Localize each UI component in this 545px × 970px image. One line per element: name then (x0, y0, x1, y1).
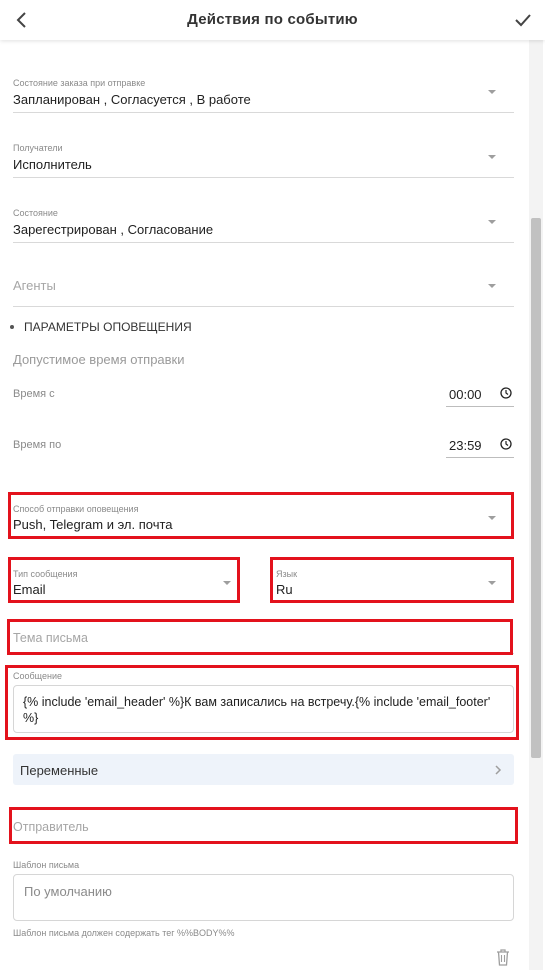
chevron-down-icon (488, 155, 496, 159)
template-placeholder: По умолчанию (24, 884, 112, 899)
trash-icon[interactable] (495, 948, 511, 966)
allowed-time-title: Допустимое время отправки (13, 352, 185, 367)
state-value: Зарегестрирован , Согласование (13, 222, 214, 237)
clock-icon[interactable] (500, 387, 512, 399)
clock-icon[interactable] (500, 438, 512, 450)
scrollbar-thumb[interactable] (531, 218, 541, 758)
chevron-right-icon (495, 765, 502, 775)
chevron-down-icon (488, 90, 496, 94)
order-state-label: Состояние заказа при отправке (13, 78, 146, 88)
time-to-value: 23:59 (449, 438, 482, 453)
time-to-row: Время по 23:59 (13, 434, 514, 458)
time-to-input[interactable]: 23:59 (446, 434, 514, 458)
chevron-down-icon (488, 284, 496, 288)
app-header: Действия по событию (0, 0, 545, 40)
bullet-icon (10, 324, 14, 329)
notification-section-title: ПАРАМЕТРЫ ОПОВЕЩЕНИЯ (10, 320, 192, 334)
agents-select[interactable]: Агенты (13, 270, 514, 307)
check-icon[interactable] (513, 10, 533, 30)
template-input[interactable]: По умолчанию (13, 874, 514, 921)
recipients-value: Исполнитель (13, 157, 92, 172)
time-from-input[interactable]: 00:00 (446, 383, 514, 407)
agents-placeholder: Агенты (13, 278, 56, 293)
page-title: Действия по событию (187, 11, 358, 28)
highlight-frame (270, 557, 514, 603)
recipients-label: Получатели (13, 143, 63, 153)
order-state-value: Запланирован , Согласуется , В работе (13, 92, 251, 107)
variables-button[interactable]: Переменные (13, 754, 514, 785)
state-select[interactable]: Состояние Зарегестрирован , Согласование (13, 204, 514, 243)
highlight-frame (5, 665, 519, 740)
highlight-frame (8, 492, 514, 539)
time-from-value: 00:00 (449, 387, 482, 402)
state-label: Состояние (13, 208, 58, 218)
highlight-frame (7, 619, 513, 655)
order-state-select[interactable]: Состояние заказа при отправке Запланиров… (13, 74, 514, 113)
template-label: Шаблон письма (13, 860, 80, 870)
time-from-label: Время с (13, 388, 55, 400)
highlight-frame (9, 807, 518, 844)
variables-label: Переменные (20, 763, 99, 778)
time-from-row: Время с 00:00 (13, 383, 514, 407)
template-hint: Шаблон письма должен содержать тег %%BOD… (13, 928, 235, 938)
highlight-frame (8, 557, 240, 603)
recipients-select[interactable]: Получатели Исполнитель (13, 139, 514, 178)
time-to-label: Время по (13, 439, 62, 451)
chevron-down-icon (488, 220, 496, 224)
